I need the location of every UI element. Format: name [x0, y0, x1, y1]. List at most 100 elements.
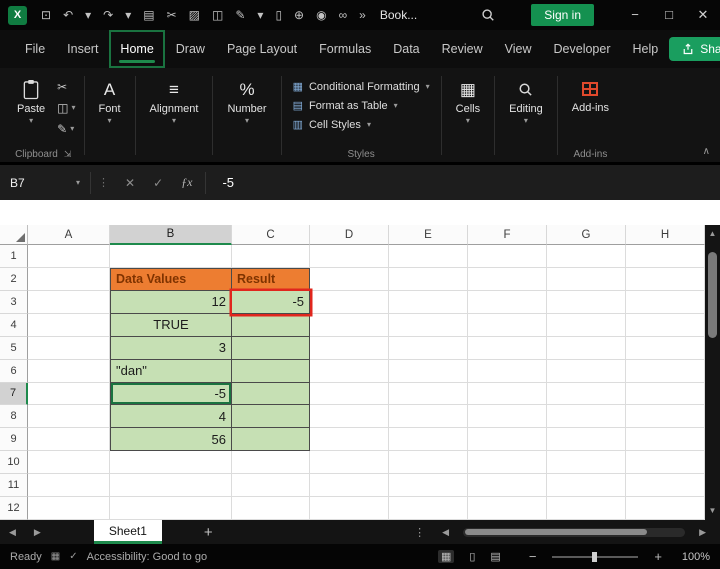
cell-C7[interactable] — [232, 383, 310, 406]
redo-icon[interactable]: ↷ — [97, 0, 119, 30]
copy-button[interactable]: ◫▾ — [57, 101, 75, 115]
chart-qat-icon[interactable]: ▨ — [183, 0, 206, 30]
menu-tab-view[interactable]: View — [494, 30, 543, 68]
cell-H9[interactable] — [626, 428, 705, 451]
vertical-scrollbar[interactable]: ▲ ▼ — [705, 225, 720, 520]
confirm-entry-icon[interactable]: ✓ — [144, 176, 172, 190]
cell-C11[interactable] — [232, 474, 310, 497]
menu-tab-review[interactable]: Review — [431, 30, 494, 68]
cell-C2[interactable]: Result — [232, 268, 310, 291]
cell-H11[interactable] — [626, 474, 705, 497]
column-header-E[interactable]: E — [389, 225, 468, 245]
cell-B10[interactable] — [110, 451, 232, 474]
cell-E11[interactable] — [389, 474, 468, 497]
row-header-1[interactable]: 1 — [0, 245, 28, 268]
cell-A12[interactable] — [28, 497, 110, 520]
cell-E6[interactable] — [389, 360, 468, 383]
cell-F11[interactable] — [468, 474, 547, 497]
cell-A8[interactable] — [28, 405, 110, 428]
cell-D12[interactable] — [310, 497, 389, 520]
maximize-button[interactable]: □ — [652, 0, 686, 30]
alignment-button[interactable]: ≡ Alignment ▾ — [141, 73, 208, 146]
cell-H10[interactable] — [626, 451, 705, 474]
cell-E2[interactable] — [389, 268, 468, 291]
cell-G10[interactable] — [547, 451, 626, 474]
cell-H8[interactable] — [626, 405, 705, 428]
cell-H6[interactable] — [626, 360, 705, 383]
cell-B4[interactable]: TRUE — [110, 314, 232, 337]
column-header-A[interactable]: A — [28, 225, 110, 245]
horizontal-scrollbar-thumb[interactable] — [465, 529, 647, 535]
select-all-corner[interactable] — [0, 225, 28, 245]
cell-C4[interactable] — [232, 314, 310, 337]
cell-A9[interactable] — [28, 428, 110, 451]
cell-H5[interactable] — [626, 337, 705, 360]
cell-E9[interactable] — [389, 428, 468, 451]
cell-G1[interactable] — [547, 245, 626, 268]
column-header-D[interactable]: D — [310, 225, 389, 245]
cell-C3[interactable]: -5 — [232, 291, 310, 314]
cell-C10[interactable] — [232, 451, 310, 474]
row-header-6[interactable]: 6 — [0, 360, 28, 383]
save-icon[interactable]: ⊡ — [35, 0, 57, 30]
cell-E5[interactable] — [389, 337, 468, 360]
cell-E8[interactable] — [389, 405, 468, 428]
menu-tab-insert[interactable]: Insert — [56, 30, 109, 68]
cell-D3[interactable] — [310, 291, 389, 314]
cell-C8[interactable] — [232, 405, 310, 428]
cell-G11[interactable] — [547, 474, 626, 497]
cell-styles-button[interactable]: ▥ Cell Styles ▾ — [293, 118, 430, 131]
cell-D11[interactable] — [310, 474, 389, 497]
cell-D10[interactable] — [310, 451, 389, 474]
cell-A4[interactable] — [28, 314, 110, 337]
formula-bar-handle-icon[interactable]: ⋮ — [90, 172, 116, 194]
cell-F3[interactable] — [468, 291, 547, 314]
horizontal-scrollbar[interactable]: ◀ ▶ — [433, 527, 720, 538]
scroll-up-icon[interactable]: ▲ — [709, 228, 717, 240]
menu-tab-home[interactable]: Home — [109, 30, 164, 68]
cell-A6[interactable] — [28, 360, 110, 383]
cell-D5[interactable] — [310, 337, 389, 360]
cut-button[interactable]: ✂ — [57, 80, 75, 94]
cell-E3[interactable] — [389, 291, 468, 314]
cell-B3[interactable]: 12 — [110, 291, 232, 314]
cell-A2[interactable] — [28, 268, 110, 291]
cell-D8[interactable] — [310, 405, 389, 428]
format-painter-qat-icon[interactable]: ✎ — [229, 0, 251, 30]
cell-D2[interactable] — [310, 268, 389, 291]
cell-B8[interactable]: 4 — [110, 405, 232, 428]
cell-B11[interactable] — [110, 474, 232, 497]
menu-tab-draw[interactable]: Draw — [165, 30, 216, 68]
share-button[interactable]: Share — [669, 37, 720, 61]
cell-F8[interactable] — [468, 405, 547, 428]
camera-icon[interactable]: ◉ — [310, 0, 332, 30]
read-aloud-icon[interactable]: ∞ — [333, 0, 354, 30]
page-layout-view-icon[interactable]: ▯ — [469, 550, 475, 563]
cell-B9[interactable]: 56 — [110, 428, 232, 451]
minimize-button[interactable]: − — [618, 0, 652, 30]
menu-tab-file[interactable]: File — [14, 30, 56, 68]
cell-H3[interactable] — [626, 291, 705, 314]
undo-icon[interactable]: ↶ — [57, 0, 79, 30]
cells-button[interactable]: ▦ Cells ▾ — [447, 73, 489, 146]
name-box[interactable]: B7 ▾ — [0, 165, 90, 200]
cell-H7[interactable] — [626, 383, 705, 406]
cell-D9[interactable] — [310, 428, 389, 451]
cell-G9[interactable] — [547, 428, 626, 451]
cell-F9[interactable] — [468, 428, 547, 451]
cell-C9[interactable] — [232, 428, 310, 451]
cell-C5[interactable] — [232, 337, 310, 360]
cell-B1[interactable] — [110, 245, 232, 268]
cell-G3[interactable] — [547, 291, 626, 314]
scroll-down-icon[interactable]: ▼ — [709, 505, 717, 517]
cell-E12[interactable] — [389, 497, 468, 520]
cell-B7[interactable]: -5 — [110, 383, 232, 406]
menu-tab-page-layout[interactable]: Page Layout — [216, 30, 308, 68]
macro-record-icon[interactable]: ▦ — [51, 551, 60, 562]
menu-tab-developer[interactable]: Developer — [543, 30, 622, 68]
hscroll-right-icon[interactable]: ▶ — [690, 527, 715, 538]
copy-qat-icon[interactable]: ◫ — [206, 0, 229, 30]
sign-in-button[interactable]: Sign in — [531, 4, 594, 26]
tab-bar-options-icon[interactable]: ⋮ — [406, 526, 433, 539]
excel-logo-icon[interactable]: X — [8, 6, 27, 25]
